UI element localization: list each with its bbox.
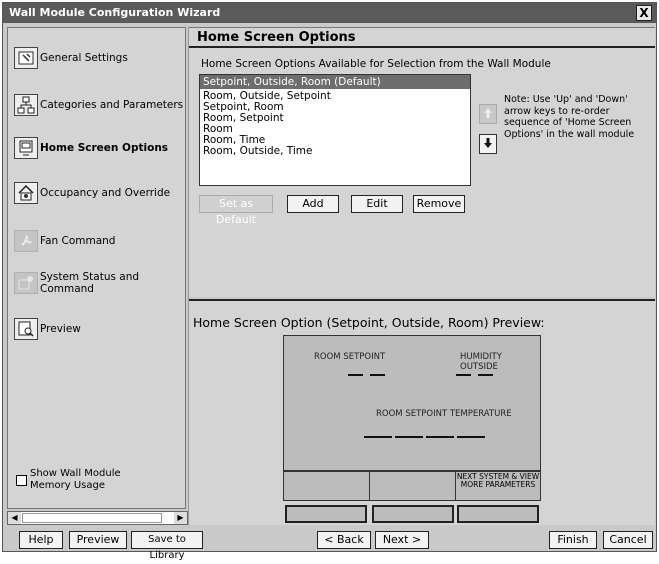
sidebar-item-label: General Settings [40,52,128,64]
screen-icon [14,137,38,159]
cancel-button[interactable]: Cancel [603,531,653,549]
next-button[interactable]: Next > [375,531,429,549]
settings-icon [14,47,38,69]
close-button[interactable]: X [636,5,652,21]
display-cell [284,472,370,500]
checkbox-box[interactable] [16,474,27,486]
move-up-button[interactable] [479,104,497,124]
humidity-outside-label: HUMIDITY OUTSIDE [460,352,502,372]
move-down-button[interactable] [479,134,497,154]
temperature-digit [395,436,423,438]
sidebar-item-general-settings[interactable]: General Settings [14,43,184,73]
humidity-digit [478,374,493,376]
wall-module-display: ROOM SETPOINT HUMIDITY OUTSIDE ROOM SETP… [283,335,541,471]
finish-button[interactable]: Finish [549,531,597,549]
sidebar-item-label: Fan Command [40,235,116,247]
memory-usage-checkbox[interactable]: Show Wall Module Memory Usage [16,468,140,492]
list-item[interactable]: Setpoint, Outside, Room (Default) [200,75,470,89]
memory-usage-label: Show Wall Module Memory Usage [30,468,121,491]
sidebar-item-system-status[interactable]: System Status and Command [14,268,184,298]
add-button[interactable]: Add [287,195,339,213]
preview-title: Home Screen Option (Setpoint, Outside, R… [193,315,545,330]
help-button[interactable]: Help [19,531,63,549]
temperature-digit [364,436,392,438]
setpoint-digit [370,374,385,376]
sidebar-item-fan-command[interactable]: Fan Command [14,226,184,256]
preview-panel: Home Screen Option (Setpoint, Outside, R… [189,299,655,525]
next-system-label: NEXT SYSTEM & VIEW MORE PARAMETERS [456,472,540,489]
wall-module-soft-button [285,505,367,523]
temperature-digit [426,436,454,438]
room-setpoint-label: ROOM SETPOINT [314,352,386,362]
edit-button[interactable]: Edit [351,195,403,213]
hierarchy-icon [14,94,38,116]
sidebar-item-preview[interactable]: Preview [14,314,184,344]
temperature-label: ROOM SETPOINT TEMPERATURE [376,409,512,419]
temperature-digit [457,436,485,438]
sidebar-item-label: Preview [40,323,81,335]
sidebar-item-label: Categories and Parameters [40,99,184,111]
preview-button[interactable]: Preview [69,531,127,549]
sidebar-item-label: Home Screen Options [40,142,169,154]
remove-button[interactable]: Remove [413,195,465,213]
back-button[interactable]: < Back [317,531,371,549]
sidebar: General Settings Categories and Paramete… [7,27,186,509]
save-to-library-button[interactable]: Save to Library [131,531,203,561]
setpoint-digit [348,374,363,376]
display-cell [370,472,456,500]
arrow-up-icon [483,107,493,122]
display-button-labels: NEXT SYSTEM & VIEW MORE PARAMETERS [283,471,541,501]
wall-module-soft-button [457,505,539,523]
list-caption: Home Screen Options Available for Select… [201,58,551,70]
display-cell: NEXT SYSTEM & VIEW MORE PARAMETERS [456,472,540,500]
home-screen-options-list[interactable]: Setpoint, Outside, Room (Default) Room, … [199,74,471,186]
home-screen-options-panel: Home Screen Options Home Screen Options … [189,27,655,297]
sidebar-item-home-screen-options[interactable]: Home Screen Options [14,133,184,163]
scroll-right-icon[interactable]: ▶ [174,512,187,524]
wall-module-soft-button [372,505,454,523]
fan-icon [14,230,38,252]
sidebar-item-label: Occupancy and Override [40,187,171,199]
page-title: Home Screen Options [189,28,655,48]
footer-bar: Help Preview Save to Library < Back Next… [3,529,656,561]
wizard-window: Wall Module Configuration Wizard X Gener… [2,2,657,561]
title-bar: Wall Module Configuration Wizard X [3,3,656,23]
status-icon [14,272,38,294]
humidity-digit [456,374,471,376]
window-title: Wall Module Configuration Wizard [9,6,221,19]
list-item[interactable]: Room, Setpoint [200,113,470,124]
sidebar-item-label: System Status and Command [40,271,140,295]
preview-icon [14,318,38,340]
scroll-thumb[interactable] [22,513,162,523]
set-as-default-button[interactable]: Set as Default [199,195,273,226]
arrow-down-icon [483,137,493,152]
scroll-left-icon[interactable]: ◀ [8,512,21,524]
house-icon [14,182,38,204]
sidebar-item-categories[interactable]: Categories and Parameters [14,90,184,120]
sidebar-item-occupancy[interactable]: Occupancy and Override [14,178,184,208]
reorder-note: Note: Use 'Up' and 'Down' arrow keys to … [504,94,635,140]
list-item[interactable]: Room, Outside, Time [200,146,470,157]
sidebar-scrollbar[interactable]: ◀ ▶ [7,511,188,525]
